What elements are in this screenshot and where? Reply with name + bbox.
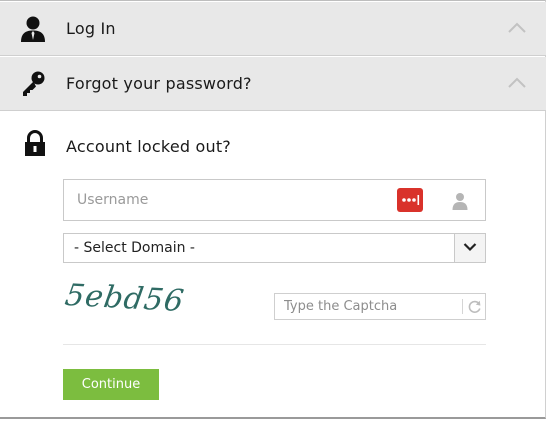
- chevron-up-icon[interactable]: [508, 77, 526, 89]
- forgot-password-title: Forgot your password?: [66, 74, 252, 93]
- person-icon: [452, 193, 468, 210]
- domain-dropdown-button[interactable]: [454, 234, 485, 262]
- chevron-up-icon[interactable]: [508, 22, 526, 34]
- account-locked-title: Account locked out?: [66, 137, 231, 156]
- domain-select[interactable]: - Select Domain -: [63, 233, 486, 263]
- captcha-field[interactable]: [274, 293, 486, 320]
- captcha-image: 5ebd56: [63, 278, 187, 325]
- chevron-down-icon: [463, 243, 477, 252]
- password-manager-icon[interactable]: [397, 188, 423, 212]
- user-icon: [21, 16, 45, 42]
- forgot-password-section-header[interactable]: Forgot your password?: [0, 57, 546, 111]
- dots-icon: [402, 195, 420, 205]
- lock-icon: [25, 130, 45, 156]
- captcha-input[interactable]: [275, 294, 464, 319]
- key-icon: [23, 71, 45, 96]
- login-section-header[interactable]: Log In: [0, 2, 546, 56]
- captcha-separator: [462, 299, 463, 314]
- captcha-image-text: 5ebd56: [62, 277, 187, 320]
- username-input[interactable]: [64, 180, 397, 220]
- domain-select-value: - Select Domain -: [74, 240, 195, 256]
- form-divider: [63, 344, 486, 345]
- login-title: Log In: [66, 19, 116, 38]
- refresh-icon[interactable]: [467, 299, 482, 314]
- username-field[interactable]: [63, 179, 486, 221]
- continue-button[interactable]: Continue: [63, 369, 159, 400]
- account-locked-section-header: Account locked out?: [0, 112, 546, 172]
